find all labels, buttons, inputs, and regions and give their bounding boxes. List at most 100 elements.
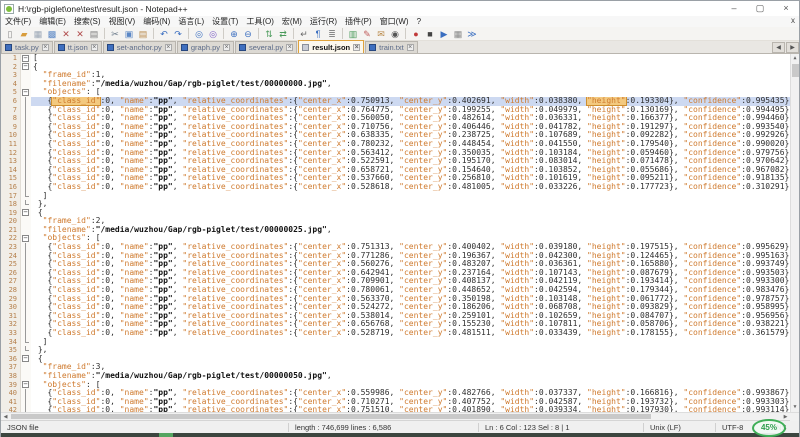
code-line[interactable]: 3 "frame_id":1,	[1, 71, 799, 80]
code-line[interactable]: 1−[	[1, 54, 799, 63]
close-button[interactable]: ×	[773, 1, 799, 16]
code-line[interactable]: 4 "filename":"/media/wuzhou/Gap/rgb-pigl…	[1, 80, 799, 89]
save-icon[interactable]: ▦	[32, 28, 44, 40]
fold-collapse-icon[interactable]: −	[22, 63, 29, 70]
edit-pencil-icon[interactable]: ✎	[361, 28, 373, 40]
code-line[interactable]: 13 {"class_id":0, "name":"pp", "relative…	[1, 157, 799, 166]
code-line[interactable]: 12 {"class_id":0, "name":"pp", "relative…	[1, 149, 799, 158]
redo-icon[interactable]: ↷	[172, 28, 184, 40]
code-line[interactable]: 11 {"class_id":0, "name":"pp", "relative…	[1, 140, 799, 149]
code-line[interactable]: 17 ]	[1, 192, 799, 201]
tab-close-icon[interactable]: ×	[353, 44, 360, 51]
mail-icon[interactable]: ✉	[375, 28, 387, 40]
scroll-up-icon[interactable]: ▲	[791, 54, 799, 63]
fold-collapse-icon[interactable]: −	[22, 55, 29, 62]
fold-margin[interactable]: −	[21, 63, 31, 72]
code-line[interactable]: 26 {"class_id":0, "name":"pp", "relative…	[1, 269, 799, 278]
tab-result.json[interactable]: result.json×	[298, 40, 364, 53]
code-line[interactable]: 22− "objects": [	[1, 234, 799, 243]
menu-item[interactable]: 搜索(S)	[70, 16, 105, 27]
code-line[interactable]: 19− {	[1, 209, 799, 218]
tab-close-icon[interactable]: ×	[223, 44, 230, 51]
sync-vertical-icon[interactable]: ⇅	[263, 28, 275, 40]
copy-icon[interactable]: ▣	[123, 28, 135, 40]
code-line[interactable]: 38 "filename":"/media/wuzhou/Gap/rgb-pig…	[1, 372, 799, 381]
tab-close-icon[interactable]: ×	[91, 44, 98, 51]
tab-close-icon[interactable]: ×	[42, 44, 49, 51]
horizontal-scrollbar[interactable]: ◀ ▶	[1, 412, 799, 420]
tab-close-icon[interactable]: ×	[165, 44, 172, 51]
menu-item[interactable]: 视图(V)	[105, 16, 140, 27]
maximize-button[interactable]: ▢	[747, 1, 773, 16]
run-multi-icon[interactable]: ≫	[466, 28, 478, 40]
menu-item[interactable]: 编码(N)	[139, 16, 174, 27]
code-line[interactable]: 30 {"class_id":0, "name":"pp", "relative…	[1, 303, 799, 312]
tab-set-anchor.py[interactable]: set-anchor.py×	[103, 41, 176, 53]
cut-icon[interactable]: ✂	[109, 28, 121, 40]
menu-item[interactable]: 插件(P)	[341, 16, 376, 27]
show-all-chars-icon[interactable]: ¶	[312, 28, 324, 40]
code-line[interactable]: 7 {"class_id":0, "name":"pp", "relative_…	[1, 106, 799, 115]
menu-close-icon[interactable]: x	[791, 16, 795, 25]
tab-several.py[interactable]: several.py×	[235, 41, 297, 53]
code-line[interactable]: 28 {"class_id":0, "name":"pp", "relative…	[1, 286, 799, 295]
sync-horizontal-icon[interactable]: ⇄	[277, 28, 289, 40]
stop-macro-icon[interactable]: ■	[424, 28, 436, 40]
menu-item[interactable]: 窗口(W)	[376, 16, 413, 27]
menu-item[interactable]: 工具(O)	[242, 16, 278, 27]
code-editor[interactable]: 1−[2−{3 "frame_id":1,4 "filename":"/medi…	[1, 54, 799, 412]
doc-map-icon[interactable]: ▥	[347, 28, 359, 40]
fold-margin[interactable]: −	[21, 381, 31, 390]
save-all-icon[interactable]: ▩	[46, 28, 58, 40]
scroll-down-icon[interactable]: ▼	[791, 403, 799, 412]
code-line[interactable]: 39− "objects": [	[1, 381, 799, 390]
tab-tt.json[interactable]: tt.json×	[54, 41, 102, 53]
fold-margin[interactable]: −	[21, 88, 31, 97]
replace-icon[interactable]: ◎	[207, 28, 219, 40]
tab-close-icon[interactable]: ×	[286, 44, 293, 51]
code-line[interactable]: 33 {"class_id":0, "name":"pp", "relative…	[1, 329, 799, 338]
code-line[interactable]: 31 {"class_id":0, "name":"pp", "relative…	[1, 312, 799, 321]
play-macro-icon[interactable]: ▶	[438, 28, 450, 40]
code-line[interactable]: 37 "frame_id":3,	[1, 363, 799, 372]
code-line[interactable]: 29 {"class_id":0, "name":"pp", "relative…	[1, 295, 799, 304]
code-line[interactable]: 15 {"class_id":0, "name":"pp", "relative…	[1, 174, 799, 183]
close-file-icon[interactable]: ✕	[60, 28, 72, 40]
fold-collapse-icon[interactable]: −	[22, 209, 29, 216]
print-icon[interactable]: ▤	[88, 28, 100, 40]
menu-item[interactable]: ?	[413, 17, 425, 26]
vertical-scrollbar[interactable]: ▲ ▼	[790, 54, 799, 412]
fold-collapse-icon[interactable]: −	[22, 381, 29, 388]
new-file-icon[interactable]: ▯	[4, 28, 16, 40]
menu-item[interactable]: 宏(M)	[278, 16, 306, 27]
scroll-left-icon[interactable]: ◀	[1, 413, 10, 421]
code-line[interactable]: 8 {"class_id":0, "name":"pp", "relative_…	[1, 114, 799, 123]
tab-graph.py[interactable]: graph.py×	[177, 41, 234, 53]
code-line[interactable]: 35 },	[1, 346, 799, 355]
menu-item[interactable]: 语言(L)	[174, 16, 208, 27]
tab-scroll-right-icon[interactable]: ▶	[786, 42, 799, 53]
fold-collapse-icon[interactable]: −	[22, 89, 29, 96]
code-line[interactable]: 2−{	[1, 63, 799, 72]
code-line[interactable]: 24 {"class_id":0, "name":"pp", "relative…	[1, 252, 799, 261]
vertical-scroll-thumb[interactable]	[792, 64, 799, 77]
code-line[interactable]: 41 {"class_id":0, "name":"pp", "relative…	[1, 398, 799, 407]
horizontal-scroll-thumb[interactable]	[11, 414, 651, 419]
code-line[interactable]: 20 "frame_id":2,	[1, 217, 799, 226]
tab-task.py[interactable]: task.py×	[1, 41, 53, 53]
menu-item[interactable]: 运行(R)	[306, 16, 341, 27]
code-line[interactable]: 36− {	[1, 355, 799, 364]
code-line[interactable]: 9 {"class_id":0, "name":"pp", "relative_…	[1, 123, 799, 132]
code-line[interactable]: 18 },	[1, 200, 799, 209]
tab-scroll-left-icon[interactable]: ◀	[772, 42, 785, 53]
zoom-out-icon[interactable]: ⊖	[242, 28, 254, 40]
paste-icon[interactable]: ▤	[137, 28, 149, 40]
fold-collapse-icon[interactable]: −	[22, 235, 29, 242]
code-line[interactable]: 25 {"class_id":0, "name":"pp", "relative…	[1, 260, 799, 269]
record-macro-icon[interactable]: ●	[410, 28, 422, 40]
save-macro-icon[interactable]: ▦	[452, 28, 464, 40]
menu-item[interactable]: 设置(T)	[208, 16, 242, 27]
close-all-icon[interactable]: ✕	[74, 28, 86, 40]
indent-guide-icon[interactable]: ≣	[326, 28, 338, 40]
word-wrap-icon[interactable]: ↵	[298, 28, 310, 40]
